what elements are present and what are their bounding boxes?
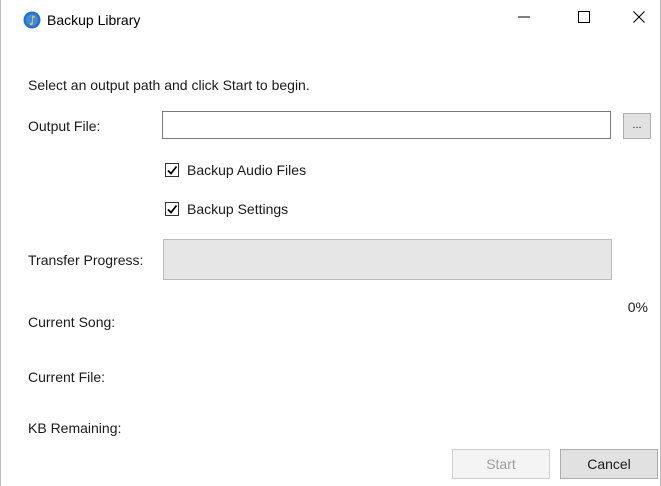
backup-audio-checkbox[interactable] bbox=[165, 163, 179, 177]
backup-settings-option[interactable]: Backup Settings bbox=[165, 201, 288, 217]
maximize-button[interactable] bbox=[561, 0, 607, 33]
start-button[interactable]: Start bbox=[452, 449, 550, 479]
instructions-text: Select an output path and click Start to… bbox=[28, 77, 310, 93]
maximize-icon bbox=[578, 10, 590, 23]
progress-percent: 0% bbox=[627, 299, 648, 315]
transfer-progress-bar bbox=[163, 239, 612, 280]
checkmark-icon bbox=[167, 165, 178, 175]
close-icon bbox=[633, 10, 645, 23]
transfer-progress-label: Transfer Progress: bbox=[28, 252, 144, 268]
current-file-label: Current File: bbox=[28, 369, 106, 385]
backup-audio-label: Backup Audio Files bbox=[187, 162, 307, 178]
cancel-button[interactable]: Cancel bbox=[560, 449, 658, 479]
checkmark-icon bbox=[167, 204, 178, 214]
title-bar: Backup Library bbox=[1, 0, 661, 33]
backup-settings-label: Backup Settings bbox=[187, 201, 289, 217]
current-song-label: Current Song: bbox=[28, 314, 116, 330]
backup-library-window: Backup Library Select an output path and… bbox=[0, 0, 661, 486]
minimize-button[interactable] bbox=[501, 0, 547, 33]
close-button[interactable] bbox=[616, 0, 661, 33]
output-file-label: Output File: bbox=[28, 118, 101, 134]
backup-audio-option[interactable]: Backup Audio Files bbox=[165, 162, 306, 178]
output-file-input[interactable] bbox=[162, 111, 611, 139]
backup-settings-checkbox[interactable] bbox=[165, 202, 179, 216]
browse-button[interactable]: ... bbox=[623, 113, 651, 139]
minimize-icon bbox=[518, 16, 530, 17]
window-title: Backup Library bbox=[47, 12, 141, 28]
app-logo-icon bbox=[23, 11, 41, 29]
kb-remaining-label: KB Remaining: bbox=[28, 420, 122, 436]
